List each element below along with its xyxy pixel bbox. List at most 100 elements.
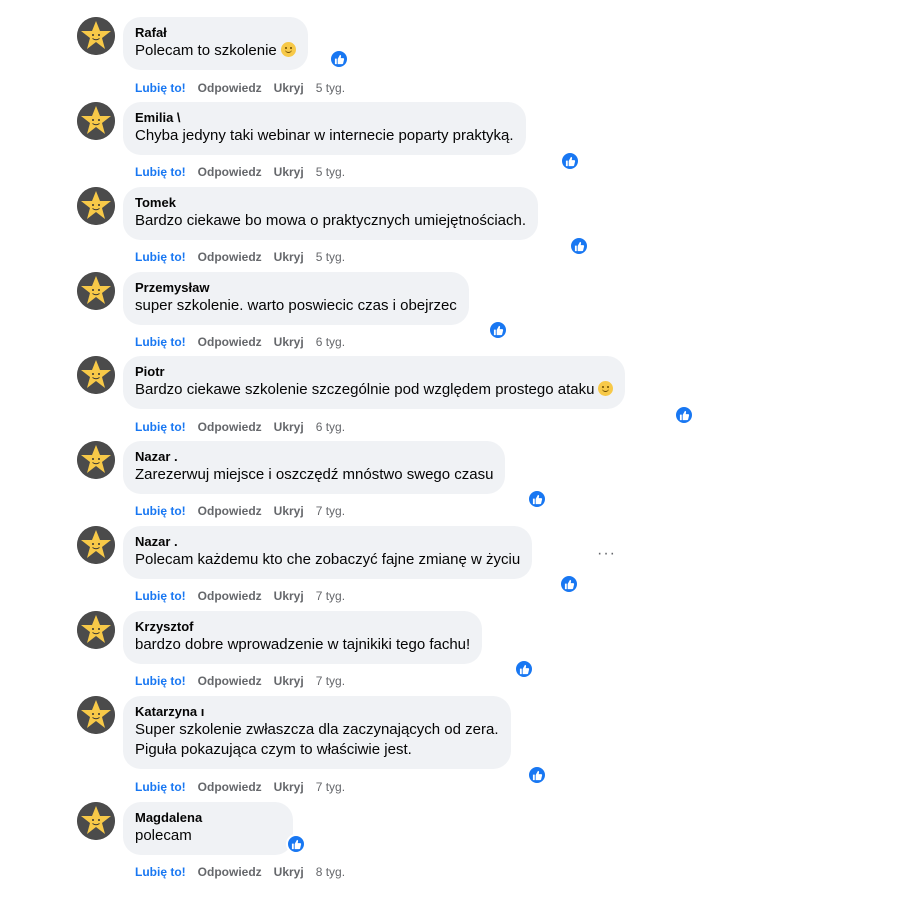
comment-text: Zarezerwuj miejsce i oszczędź mnóstwo sw… (135, 466, 494, 483)
hide-button[interactable]: Ukryj (274, 780, 304, 794)
avatar[interactable] (77, 187, 115, 225)
reply-button[interactable]: Odpowiedz (198, 81, 262, 95)
comment-timestamp[interactable]: 5 tyg. (316, 250, 345, 264)
hide-button[interactable]: Ukryj (274, 165, 304, 179)
comment-actions: Lubię to! Odpowiedz Ukryj 6 tyg. (135, 334, 345, 350)
reply-button[interactable]: Odpowiedz (198, 250, 262, 264)
comment-bubble: Katarzyna ı Super szkolenie zwłaszcza dl… (123, 696, 511, 769)
like-reaction-icon[interactable] (569, 236, 589, 256)
comment-actions: Lubię to! Odpowiedz Ukryj 5 tyg. (135, 249, 345, 265)
like-reaction-icon[interactable] (329, 49, 349, 69)
avatar[interactable] (77, 272, 115, 310)
comment-author[interactable]: Przemysław (135, 280, 457, 296)
comment-timestamp[interactable]: 7 tyg. (316, 504, 345, 518)
comment-text: super szkolenie. warto poswiecic czas i … (135, 297, 457, 314)
comment-timestamp[interactable]: 6 tyg. (316, 335, 345, 349)
comment-author[interactable]: Krzysztof (135, 619, 470, 635)
comment-text-line: Bardzo ciekawe szkolenie szczególnie pod… (135, 381, 595, 398)
comment-author[interactable]: Nazar . (135, 534, 520, 550)
like-button[interactable]: Lubię to! (135, 674, 186, 688)
like-button[interactable]: Lubię to! (135, 589, 186, 603)
reply-button[interactable]: Odpowiedz (198, 589, 262, 603)
comment-author[interactable]: Piotr (135, 364, 613, 380)
avatar[interactable] (77, 611, 115, 649)
reply-button[interactable]: Odpowiedz (198, 165, 262, 179)
reply-button[interactable]: Odpowiedz (198, 674, 262, 688)
like-reaction-icon[interactable] (527, 765, 547, 785)
comment-actions: Lubię to! Odpowiedz Ukryj 6 tyg. (135, 419, 345, 435)
hide-button[interactable]: Ukryj (274, 335, 304, 349)
like-reaction-icon[interactable] (527, 489, 547, 509)
comment-bubble: Przemysław super szkolenie. warto poswie… (123, 272, 469, 325)
comment-bubble: Piotr Bardzo ciekawe szkolenie szczególn… (123, 356, 626, 409)
like-reaction-icon[interactable] (560, 151, 580, 171)
avatar[interactable] (77, 356, 115, 394)
comment-bubble: Magdalena polecam (123, 802, 293, 855)
like-button[interactable]: Lubię to! (135, 81, 186, 95)
like-reaction-icon[interactable] (286, 834, 306, 854)
like-button[interactable]: Lubię to! (135, 165, 186, 179)
reply-button[interactable]: Odpowiedz (198, 780, 262, 794)
comment-author[interactable]: Katarzyna ı (135, 704, 499, 720)
comment-actions: Lubię to! Odpowiedz Ukryj 7 tyg. (135, 673, 345, 689)
more-options-icon[interactable]: ··· (597, 546, 616, 562)
avatar[interactable] (77, 526, 115, 564)
comment-actions: Lubię to! Odpowiedz Ukryj 8 tyg. (135, 864, 345, 880)
like-reaction-icon[interactable] (559, 574, 579, 594)
hide-button[interactable]: Ukryj (274, 81, 304, 95)
avatar[interactable] (77, 102, 115, 140)
like-button[interactable]: Lubię to! (135, 780, 186, 794)
avatar[interactable] (77, 441, 115, 479)
comment-timestamp[interactable]: 5 tyg. (316, 165, 345, 179)
hide-button[interactable]: Ukryj (274, 504, 304, 518)
like-button[interactable]: Lubię to! (135, 335, 186, 349)
comment-actions: Lubię to! Odpowiedz Ukryj 7 tyg. (135, 779, 345, 795)
smiling-face-icon (280, 42, 296, 57)
comment-author[interactable]: Rafał (135, 25, 296, 41)
comment-text: Chyba jedyny taki webinar w internecie p… (135, 127, 514, 144)
comment-text: Polecam każdemu kto che zobaczyć fajne z… (135, 551, 521, 568)
hide-button[interactable]: Ukryj (274, 865, 304, 879)
comment-author[interactable]: Tomek (135, 195, 526, 211)
reply-button[interactable]: Odpowiedz (198, 335, 262, 349)
comment-bubble: Nazar . Zarezerwuj miejsce i oszczędź mn… (123, 441, 506, 494)
reply-button[interactable]: Odpowiedz (198, 420, 262, 434)
hide-button[interactable]: Ukryj (274, 674, 304, 688)
comment-timestamp[interactable]: 7 tyg. (316, 780, 345, 794)
comment-actions: Lubię to! Odpowiedz Ukryj 5 tyg. (135, 80, 345, 96)
comment-timestamp[interactable]: 6 tyg. (316, 420, 345, 434)
hide-button[interactable]: Ukryj (274, 250, 304, 264)
avatar[interactable] (77, 696, 115, 734)
hide-button[interactable]: Ukryj (274, 420, 304, 434)
reply-button[interactable]: Odpowiedz (198, 504, 262, 518)
comment-bubble: Rafał Polecam to szkolenie (123, 17, 308, 70)
like-reaction-icon[interactable] (488, 320, 508, 340)
hide-button[interactable]: Ukryj (274, 589, 304, 603)
comment-bubble: Krzysztof bardzo dobre wprowadzenie w ta… (123, 611, 483, 664)
like-reaction-icon[interactable] (514, 659, 534, 679)
comment-bubble: Nazar . Polecam każdemu kto che zobaczyć… (123, 526, 533, 579)
like-button[interactable]: Lubię to! (135, 420, 186, 434)
comment-timestamp[interactable]: 8 tyg. (316, 865, 345, 879)
like-button[interactable]: Lubię to! (135, 865, 186, 879)
comment-text-line: Super szkolenie zwłaszcza dla zaczynając… (135, 721, 499, 738)
avatar[interactable] (77, 17, 115, 55)
like-button[interactable]: Lubię to! (135, 250, 186, 264)
reply-button[interactable]: Odpowiedz (198, 865, 262, 879)
comment-timestamp[interactable]: 7 tyg. (316, 674, 345, 688)
comment-author[interactable]: Emilia \ (135, 110, 514, 126)
comment-author[interactable]: Magdalena (135, 810, 281, 826)
comment-timestamp[interactable]: 7 tyg. (316, 589, 345, 603)
comment-actions: Lubię to! Odpowiedz Ukryj 5 tyg. (135, 164, 345, 180)
comment-text: bardzo dobre wprowadzenie w tajnikiki te… (135, 636, 471, 653)
comment-bubble: Emilia \ Chyba jedyny taki webinar w int… (123, 102, 526, 155)
comment-text: Bardzo ciekawe szkolenie szczególnie pod… (135, 380, 614, 400)
comment-author[interactable]: Nazar . (135, 449, 493, 465)
comment-text: Polecam to szkolenie (135, 41, 296, 61)
comment-text-line: Polecam to szkolenie (135, 42, 277, 59)
like-reaction-icon[interactable] (674, 405, 694, 425)
like-button[interactable]: Lubię to! (135, 504, 186, 518)
comment-text: Bardzo ciekawe bo mowa o praktycznych um… (135, 212, 527, 229)
avatar[interactable] (77, 802, 115, 840)
comment-timestamp[interactable]: 5 tyg. (316, 81, 345, 95)
